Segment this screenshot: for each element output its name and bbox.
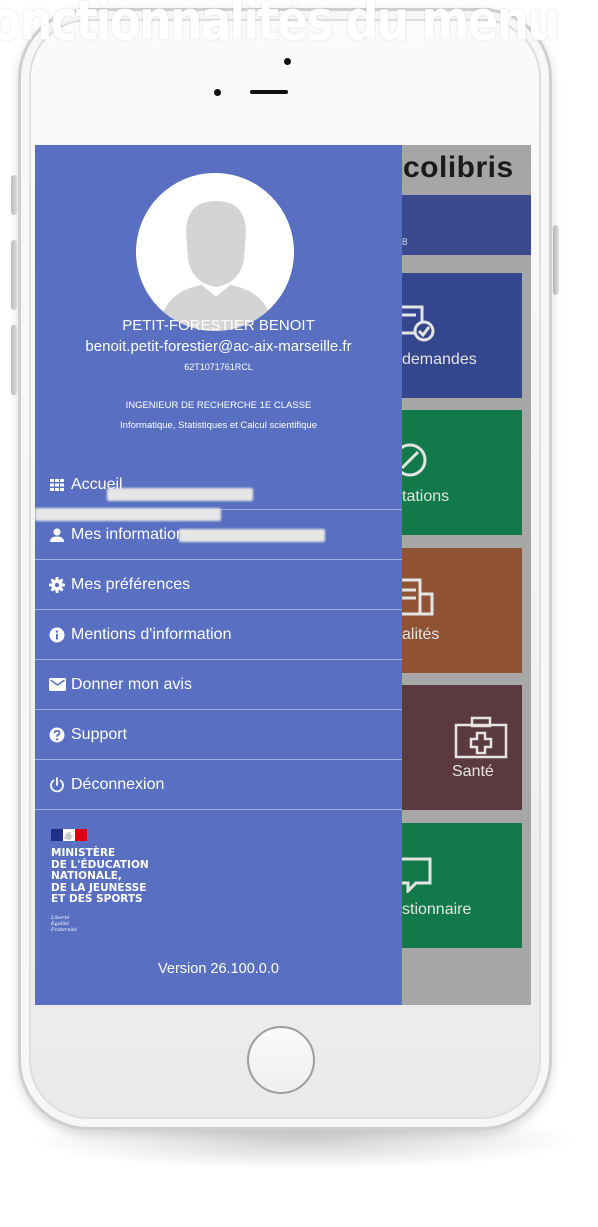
menu-item-accueil[interactable]: Accueil <box>35 461 402 510</box>
menu-item-label: Mes préférences <box>71 575 191 593</box>
app-info-bar <box>402 195 531 255</box>
menu-item-label: Mes informations <box>71 525 193 543</box>
mute-switch <box>11 175 17 215</box>
menu-item-mentions-information[interactable]: Mentions d'information <box>35 610 402 660</box>
tile-label: alités <box>402 626 440 643</box>
tile-sante[interactable]: Santé <box>402 685 522 810</box>
redaction-blur <box>107 488 253 501</box>
envelope-icon <box>48 677 66 693</box>
help-circle-icon <box>48 727 66 743</box>
overlay-title: onctionnalités du menu <box>0 0 560 53</box>
menu-item-label: Mentions d'information <box>71 625 232 643</box>
front-camera <box>284 58 291 65</box>
tile-alites[interactable]: alités <box>402 548 522 673</box>
redaction-blur <box>179 529 325 542</box>
newspaper-icon <box>402 578 434 616</box>
app-info-bar-text: 8 <box>402 237 408 248</box>
grid-icon <box>48 477 66 493</box>
tile-demandes[interactable]: demandes <box>402 273 522 398</box>
compass-icon <box>402 443 427 477</box>
tile-label: stionnaire <box>402 901 472 918</box>
proximity-sensor <box>214 89 221 96</box>
menu-item-label: Déconnexion <box>71 775 165 793</box>
user-silhouette-icon <box>136 173 294 331</box>
avatar <box>136 173 294 331</box>
user-id: 62T1071761RCL <box>184 362 253 372</box>
menu-item-mes-preferences[interactable]: Mes préférences <box>35 560 402 610</box>
ministry-motto: Liberté Égalité Fraternité <box>51 915 77 933</box>
menu-item-deconnexion[interactable]: Déconnexion <box>35 760 402 810</box>
tile-label: tations <box>402 488 450 505</box>
phone-screen: colibris 8 demandes tations alités Santé… <box>35 145 531 1005</box>
chat-bubble-icon <box>402 857 432 893</box>
user-role: INGENIEUR DE RECHERCHE 1E CLASSE <box>125 400 312 411</box>
earpiece-speaker <box>250 90 288 94</box>
volume-up-button <box>11 240 17 310</box>
power-icon <box>48 776 66 793</box>
tile-questionnaire[interactable]: stionnaire <box>402 823 522 948</box>
info-circle-icon <box>48 627 66 643</box>
menu-item-support[interactable]: Support <box>35 710 402 760</box>
person-icon <box>48 527 66 543</box>
app-title: colibris <box>403 151 514 184</box>
menu-item-label: Support <box>71 725 128 743</box>
tile-label: Santé <box>452 763 494 780</box>
user-email: benoit.petit-forestier@ac-aix-marseille.… <box>85 338 352 355</box>
ministry-name: MINISTÈRE DE L'ÉDUCATION NATIONALE, DE L… <box>51 847 149 905</box>
french-flag-marianne-icon <box>51 829 87 841</box>
gear-icon <box>48 576 66 593</box>
home-button[interactable] <box>247 1026 315 1094</box>
medical-kit-icon <box>454 716 508 759</box>
power-side-button <box>553 225 559 295</box>
form-check-icon <box>402 305 435 342</box>
menu-item-label: Donner mon avis <box>71 675 192 693</box>
app-version: Version 26.100.0.0 <box>158 961 279 977</box>
tile-tations[interactable]: tations <box>402 410 522 535</box>
redaction-blur <box>35 508 221 521</box>
menu-item-donner-avis[interactable]: Donner mon avis <box>35 660 402 710</box>
navigation-drawer: PETIT-FORESTIER BENOIT benoit.petit-fore… <box>35 145 402 1005</box>
ministry-logo: MINISTÈRE DE L'ÉDUCATION NATIONALE, DE L… <box>51 829 201 939</box>
user-department: Informatique, Statistiques et Calcul sci… <box>120 420 317 431</box>
volume-down-button <box>11 325 17 395</box>
user-name: PETIT-FORESTIER BENOIT <box>122 317 315 334</box>
mockup-stage: onctionnalités du menu colibris 8 demand… <box>0 0 598 1227</box>
tile-label: demandes <box>402 351 477 368</box>
